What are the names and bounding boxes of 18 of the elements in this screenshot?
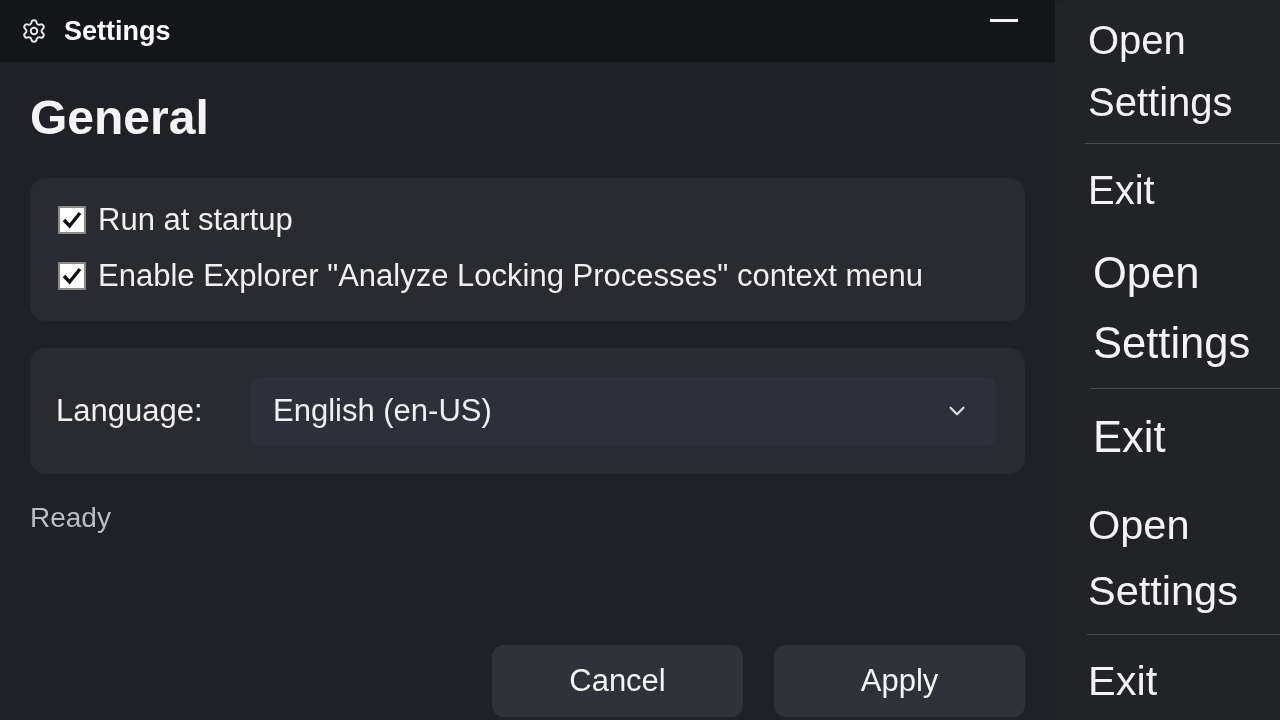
section-heading: General [30, 90, 209, 146]
menu-item[interactable]: Exit [1088, 648, 1158, 714]
checkbox[interactable] [58, 206, 86, 234]
menu-item[interactable]: Open Settings [1088, 492, 1280, 624]
option-label: Run at startup [98, 201, 293, 239]
language-dropdown[interactable]: English (en-US) [251, 376, 996, 446]
menu-item[interactable]: Exit [1088, 159, 1155, 221]
language-label: Language: [56, 392, 204, 430]
option-label: Enable Explorer "Analyze Locking Processes" context menu [98, 257, 923, 295]
checkbox[interactable] [58, 262, 86, 290]
window-title: Settings [64, 15, 171, 47]
apply-button[interactable]: Apply [774, 645, 1025, 717]
cancel-button[interactable]: Cancel [492, 645, 743, 717]
gear-icon [21, 18, 47, 44]
menu-item[interactable]: Open Settings [1093, 238, 1280, 378]
menu-item[interactable]: Open Settings [1088, 9, 1280, 133]
menu-item[interactable]: Exit [1093, 402, 1166, 472]
status-text: Ready [30, 501, 111, 535]
